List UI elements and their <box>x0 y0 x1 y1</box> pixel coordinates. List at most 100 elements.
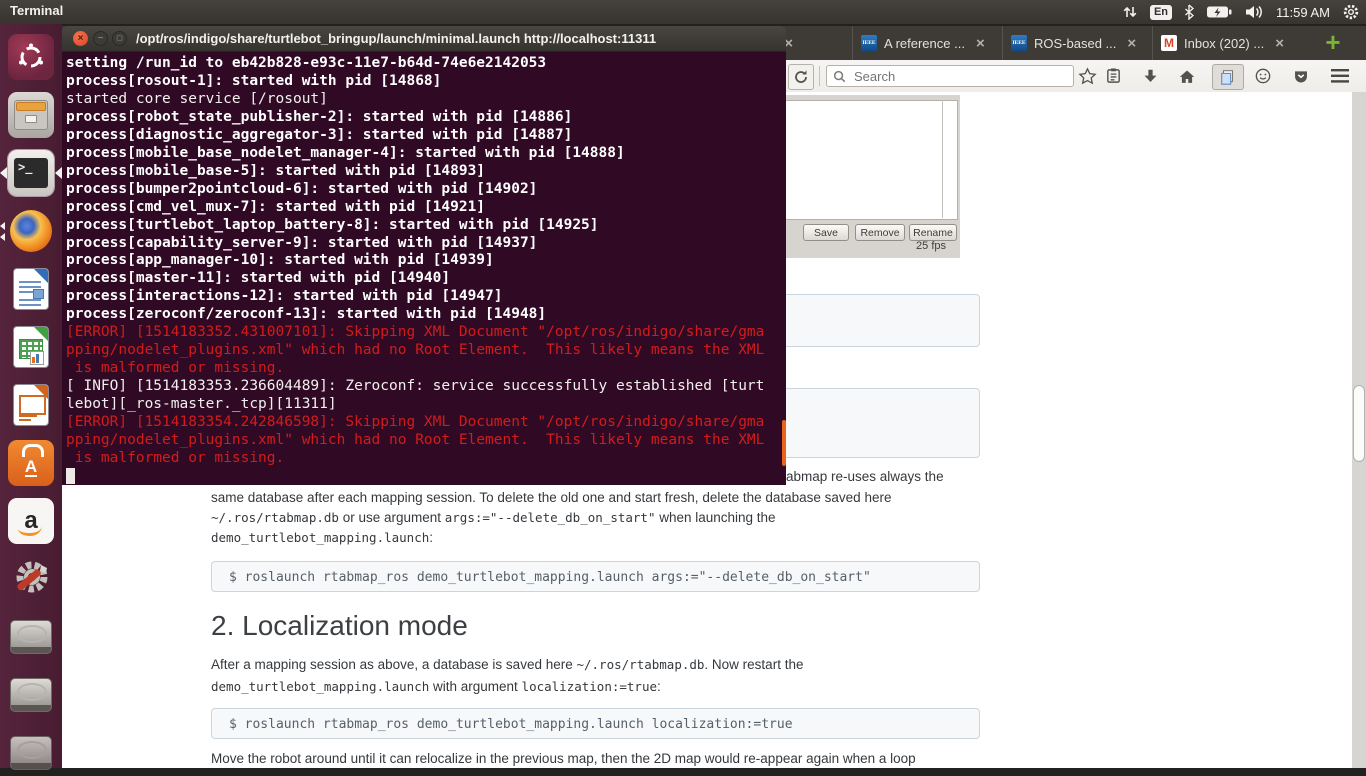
paragraph-line: ~/.ros/rtabmap.db or use argument args:=… <box>211 510 776 525</box>
minimize-button[interactable]: − <box>93 31 108 46</box>
tab-label: Inbox (202) ... <box>1184 36 1264 51</box>
bluetooth-icon[interactable] <box>1184 4 1194 20</box>
terminal-body[interactable]: setting /run_id to eb42b828-e93c-11e7-b6… <box>62 52 786 485</box>
system-tray: En 11:59 AM <box>1122 0 1360 24</box>
tab-groups-button[interactable] <box>1212 64 1244 90</box>
volume-icon[interactable] <box>1244 4 1264 20</box>
amazon-icon[interactable]: a <box>8 498 54 544</box>
system-settings-icon[interactable] <box>8 556 54 602</box>
terminal-line: process[interactions-12]: started with p… <box>62 288 786 306</box>
terminal-info-line: [ INFO] [1514183353.236604489]: Zeroconf… <box>62 378 786 396</box>
libreoffice-impress-icon[interactable] <box>8 382 54 428</box>
page-scrollbar[interactable] <box>1352 92 1366 768</box>
tab-close-icon[interactable]: × <box>1275 35 1284 52</box>
paragraph-line: same database after each mapping session… <box>211 490 891 505</box>
terminal-error-line: is malformed or missing. <box>62 360 786 378</box>
libreoffice-writer-icon[interactable] <box>8 266 54 312</box>
terminal-line: process[mobile_base-5]: started with pid… <box>62 163 786 181</box>
paragraph-line: Move the robot around until it can reloc… <box>211 751 916 766</box>
hard-disk-icon[interactable] <box>8 672 54 718</box>
hard-disk-icon[interactable] <box>8 614 54 660</box>
terminal-error-line: [ERROR] [1514183354.242846598]: Skipping… <box>62 414 786 432</box>
reload-icon <box>793 69 809 85</box>
tab-close-icon[interactable]: × <box>976 35 985 52</box>
terminal-line: process[capability_server-9]: started wi… <box>62 235 786 253</box>
terminal-title: /opt/ros/indigo/share/turtlebot_bringup/… <box>136 31 656 46</box>
close-button[interactable]: × <box>73 31 88 46</box>
terminal-line: process[cmd_vel_mux-7]: started with pid… <box>62 199 786 217</box>
terminal-cursor <box>66 468 75 484</box>
paragraph-line: After a mapping session as above, a data… <box>211 657 803 672</box>
search-box[interactable] <box>826 65 1074 87</box>
code-text: $ roslaunch rtabmap_ros demo_turtlebot_m… <box>212 562 979 585</box>
browser-tab-ros-based[interactable]: IEEE ROS-based ... × <box>1002 26 1148 60</box>
terminal-line: process[zeroconf/zeroconf-13]: started w… <box>62 306 786 324</box>
code-block-2: $ roslaunch rtabmap_ros demo_turtlebot_m… <box>211 708 980 739</box>
ieee-favicon: IEEE <box>1011 35 1027 51</box>
terminal-error-line: [ERROR] [1514183352.431007101]: Skipping… <box>62 324 786 342</box>
firefox-icon[interactable] <box>8 208 54 254</box>
terminal-titlebar[interactable]: × − ▢ /opt/ros/indigo/share/turtlebot_br… <box>62 26 786 52</box>
unity-top-panel: Terminal En 11:59 AM <box>0 0 1366 24</box>
paragraph-line: demo_turtlebot_mapping.launch: <box>211 530 433 545</box>
terminal-info-line: lebot][_ros-master._tcp][11311] <box>62 396 786 414</box>
bookmarks-menu-button[interactable] <box>1101 64 1125 88</box>
menu-hamburger-button[interactable] <box>1328 64 1352 88</box>
terminal-window[interactable]: × − ▢ /opt/ros/indigo/share/turtlebot_br… <box>62 26 786 485</box>
unity-launcher: >_ A a <box>0 24 62 768</box>
browser-tab-reference[interactable]: IEEE A reference ... × <box>852 26 998 60</box>
search-icon <box>833 70 846 83</box>
terminal-scrollbar-thumb[interactable] <box>782 420 786 466</box>
downloads-button[interactable] <box>1138 64 1162 88</box>
tab-close-icon[interactable]: × <box>1127 35 1136 52</box>
terminal-line: process[rosout-1]: started with pid [148… <box>62 73 786 91</box>
save-button-image: Save <box>803 224 849 241</box>
terminal-line: started core service [/rosout] <box>62 91 786 109</box>
toolbar-separator <box>819 66 820 86</box>
terminal-icon[interactable]: >_ <box>8 150 54 196</box>
remove-button-image: Remove <box>855 224 905 241</box>
session-gear-icon[interactable] <box>1342 3 1360 21</box>
launcher-focused-arrow-left <box>0 167 7 179</box>
pocket-button[interactable] <box>1289 64 1313 88</box>
tab-label: ROS-based ... <box>1034 36 1116 51</box>
section-heading: 2. Localization mode <box>211 610 468 642</box>
home-button[interactable] <box>1175 64 1199 88</box>
bookmark-star-button[interactable] <box>1075 64 1099 88</box>
battery-icon[interactable] <box>1206 5 1232 19</box>
keyboard-layout-indicator[interactable]: En <box>1150 5 1172 20</box>
page-scrollbar-thumb[interactable] <box>1353 385 1365 462</box>
terminal-output: setting /run_id to eb42b828-e93c-11e7-b6… <box>62 55 786 468</box>
hard-disk-icon[interactable] <box>8 730 54 776</box>
launcher-focused-arrow-right <box>55 167 62 179</box>
terminal-line: process[robot_state_publisher-2]: starte… <box>62 109 786 127</box>
paragraph-line: abmap re-uses always the <box>786 469 944 484</box>
paragraph-line: demo_turtlebot_mapping.launch with argum… <box>211 679 661 694</box>
reload-button[interactable] <box>788 64 814 90</box>
code-block-1: $ roslaunch rtabmap_ros demo_turtlebot_m… <box>211 561 980 592</box>
code-text: $ roslaunch rtabmap_ros demo_turtlebot_m… <box>212 709 979 732</box>
software-center-icon[interactable]: A <box>8 440 54 486</box>
new-tab-button[interactable]: + <box>1320 31 1346 55</box>
terminal-line: process[bumper2pointcloud-6]: started wi… <box>62 181 786 199</box>
libreoffice-calc-icon[interactable] <box>8 324 54 370</box>
gmail-favicon: M <box>1161 35 1177 51</box>
fps-label: 25 fps <box>846 240 946 252</box>
rename-button-image: Rename <box>909 224 957 241</box>
terminal-line: process[turtlebot_laptop_battery-8]: sta… <box>62 217 786 235</box>
terminal-line: process[diagnostic_aggregator-3]: starte… <box>62 127 786 145</box>
ubuntu-dash-icon[interactable] <box>8 34 54 80</box>
terminal-line: process[mobile_base_nodelet_manager-4]: … <box>62 145 786 163</box>
terminal-line: setting /run_id to eb42b828-e93c-11e7-b6… <box>62 55 786 73</box>
active-app-title[interactable]: Terminal <box>10 3 63 18</box>
files-icon[interactable] <box>8 92 54 138</box>
ieee-favicon: IEEE <box>861 35 877 51</box>
browser-tab-inbox[interactable]: M Inbox (202) ... × <box>1152 26 1312 60</box>
terminal-error-line: pping/nodelet_plugins.xml" which had no … <box>62 432 786 450</box>
terminal-error-line: is malformed or missing. <box>62 450 786 468</box>
clock[interactable]: 11:59 AM <box>1276 5 1330 20</box>
search-input[interactable] <box>852 68 1067 85</box>
text-entry-updown-icon[interactable] <box>1122 4 1138 20</box>
hello-chat-button[interactable] <box>1251 64 1275 88</box>
maximize-button[interactable]: ▢ <box>112 31 127 46</box>
